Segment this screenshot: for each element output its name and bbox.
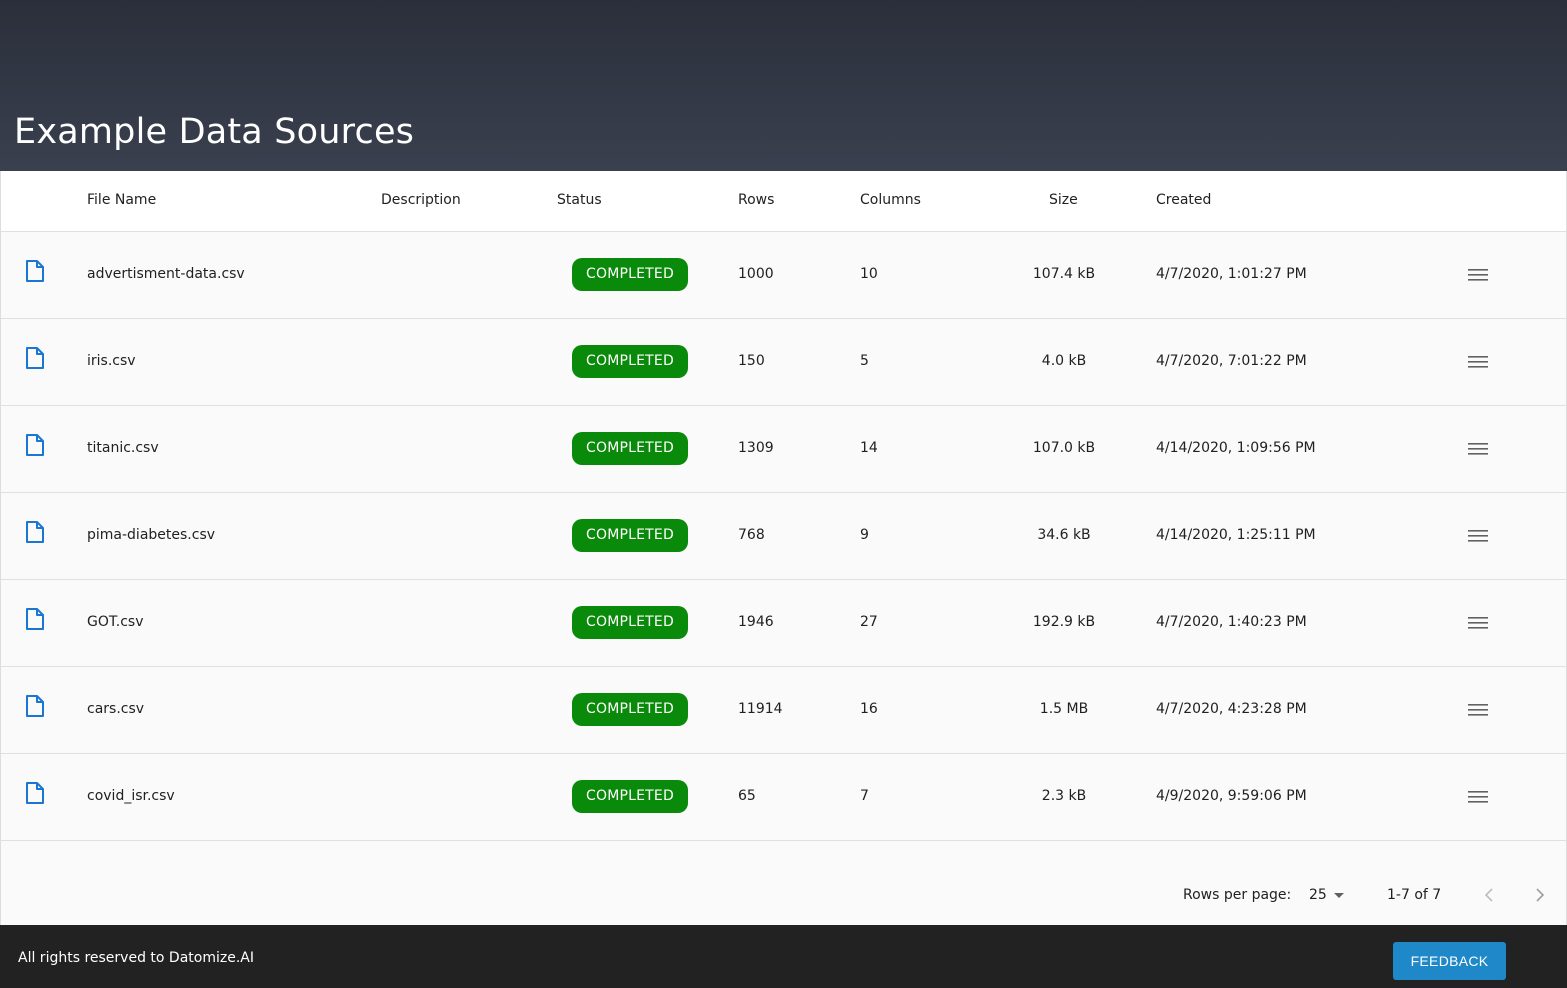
table-row[interactable]: cars.csv COMPLETED 11914 16 1.5 MB 4/7/2020, … <box>1 667 1566 754</box>
column-header-description[interactable]: Description <box>381 192 461 208</box>
menu-icon[interactable] <box>1467 267 1489 283</box>
table-header: File Name Description Status Rows Column… <box>1 171 1566 232</box>
table-row[interactable]: GOT.csv COMPLETED 1946 27 192.9 kB 4/7/2020, … <box>1 580 1566 667</box>
file-icon <box>26 608 44 630</box>
file-icon <box>26 521 44 543</box>
cell-rows: 11914 <box>738 701 783 717</box>
cell-columns: 5 <box>860 353 869 369</box>
column-header-status[interactable]: Status <box>557 192 602 208</box>
menu-icon[interactable] <box>1467 528 1489 544</box>
cell-columns: 27 <box>860 614 878 630</box>
cell-rows: 1309 <box>738 440 774 456</box>
page-header: Example Data Sources <box>0 0 1567 171</box>
column-header-size[interactable]: Size <box>1049 192 1078 208</box>
cell-created: 4/7/2020, 7:01:22 PM <box>1156 353 1307 369</box>
cell-rows: 1000 <box>738 266 774 282</box>
page-title: Example Data Sources <box>14 112 415 152</box>
cell-columns: 14 <box>860 440 878 456</box>
cell-created: 4/7/2020, 1:01:27 PM <box>1156 266 1307 282</box>
page-footer: All rights reserved to Datomize.AI FEEDB… <box>0 925 1567 988</box>
cell-size: 34.6 kB <box>1037 527 1091 543</box>
menu-icon[interactable] <box>1467 615 1489 631</box>
pagination: Rows per page: 25 1-7 of 7 <box>1 871 1566 921</box>
menu-icon[interactable] <box>1467 789 1489 805</box>
cell-file-name[interactable]: titanic.csv <box>87 440 159 456</box>
status-badge: COMPLETED <box>572 519 688 552</box>
chevron-right-icon[interactable] <box>1533 886 1547 904</box>
table-row[interactable]: advertisment-data.csv COMPLETED 1000 10 107.… <box>1 232 1566 319</box>
status-badge: COMPLETED <box>572 780 688 813</box>
cell-rows: 65 <box>738 788 756 804</box>
cell-size: 192.9 kB <box>1032 614 1096 630</box>
rows-per-page-select[interactable]: 25 <box>1309 887 1349 907</box>
table-row[interactable]: iris.csv COMPLETED 150 5 4.0 kB 4/7/2020, 7:0… <box>1 319 1566 406</box>
menu-icon[interactable] <box>1467 354 1489 370</box>
file-icon <box>26 347 44 369</box>
menu-icon[interactable] <box>1467 702 1489 718</box>
cell-columns: 10 <box>860 266 878 282</box>
copyright-text: All rights reserved to Datomize.AI <box>18 950 254 966</box>
feedback-button[interactable]: FEEDBACK <box>1393 942 1506 980</box>
cell-file-name[interactable]: advertisment-data.csv <box>87 266 245 282</box>
cell-columns: 9 <box>860 527 869 543</box>
cell-size: 107.0 kB <box>1032 440 1096 456</box>
cell-size: 107.4 kB <box>1032 266 1096 282</box>
status-badge: COMPLETED <box>572 258 688 291</box>
cell-size: 1.5 MB <box>1039 701 1089 717</box>
chevron-left-icon[interactable] <box>1482 886 1496 904</box>
table-row[interactable]: titanic.csv COMPLETED 1309 14 107.0 kB 4/14/2… <box>1 406 1566 493</box>
cell-created: 4/14/2020, 1:09:56 PM <box>1156 440 1316 456</box>
cell-file-name[interactable]: iris.csv <box>87 353 136 369</box>
caret-down-icon <box>1334 893 1344 898</box>
column-header-rows[interactable]: Rows <box>738 192 774 208</box>
cell-rows: 768 <box>738 527 765 543</box>
rows-per-page-label: Rows per page: <box>1183 887 1292 903</box>
rows-per-page-value: 25 <box>1309 887 1327 903</box>
column-header-created[interactable]: Created <box>1156 192 1211 208</box>
cell-file-name[interactable]: cars.csv <box>87 701 144 717</box>
status-badge: COMPLETED <box>572 606 688 639</box>
cell-created: 4/7/2020, 4:23:28 PM <box>1156 701 1307 717</box>
data-sources-table: File Name Description Status Rows Column… <box>0 171 1567 925</box>
pagination-range: 1-7 of 7 <box>1387 887 1442 903</box>
cell-size: 2.3 kB <box>1041 788 1087 804</box>
file-icon <box>26 260 44 282</box>
menu-icon[interactable] <box>1467 441 1489 457</box>
file-icon <box>26 782 44 804</box>
cell-rows: 1946 <box>738 614 774 630</box>
cell-created: 4/7/2020, 1:40:23 PM <box>1156 614 1307 630</box>
cell-columns: 16 <box>860 701 878 717</box>
table-row[interactable]: covid_isr.csv COMPLETED 65 7 2.3 kB 4/9/2020,… <box>1 754 1566 841</box>
cell-columns: 7 <box>860 788 869 804</box>
table-row[interactable]: pima-diabetes.csv COMPLETED 768 9 34.6 kB 4/1… <box>1 493 1566 580</box>
cell-created: 4/9/2020, 9:59:06 PM <box>1156 788 1307 804</box>
file-icon <box>26 695 44 717</box>
status-badge: COMPLETED <box>572 432 688 465</box>
file-icon <box>26 434 44 456</box>
cell-file-name[interactable]: covid_isr.csv <box>87 788 175 804</box>
cell-created: 4/14/2020, 1:25:11 PM <box>1156 527 1316 543</box>
column-header-columns[interactable]: Columns <box>860 192 921 208</box>
column-header-file-name[interactable]: File Name <box>87 192 156 208</box>
cell-rows: 150 <box>738 353 765 369</box>
cell-size: 4.0 kB <box>1041 353 1087 369</box>
status-badge: COMPLETED <box>572 693 688 726</box>
status-badge: COMPLETED <box>572 345 688 378</box>
cell-file-name[interactable]: GOT.csv <box>87 614 144 630</box>
cell-file-name[interactable]: pima-diabetes.csv <box>87 527 215 543</box>
